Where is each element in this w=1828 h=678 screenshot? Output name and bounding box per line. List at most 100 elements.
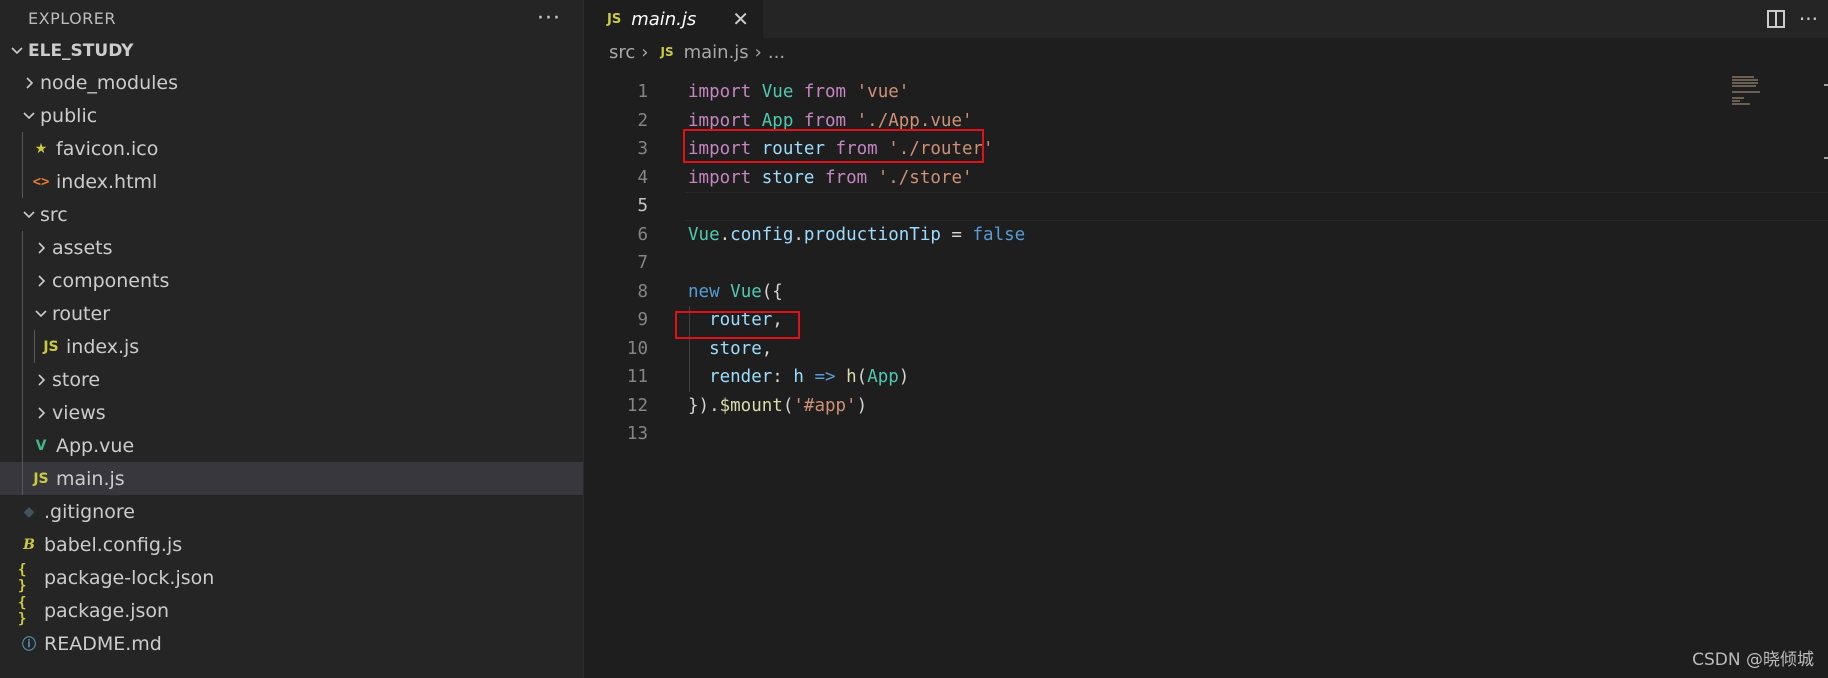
tree-folder-store[interactable]: store <box>0 363 583 396</box>
tree-file-app-vue[interactable]: V App.vue <box>0 429 583 462</box>
indent-guide <box>22 429 23 462</box>
tree-item-label: views <box>52 401 106 424</box>
tree-folder-public[interactable]: public <box>0 99 583 132</box>
tree-file-package-json[interactable]: { } package.json <box>0 594 583 627</box>
code-text: import store from './store' <box>688 168 973 188</box>
tree-item-label: public <box>40 104 98 127</box>
breadcrumb-item-src[interactable]: src <box>609 42 635 63</box>
tree-file-package-lock-json[interactable]: { } package-lock.json <box>0 561 583 594</box>
tree-item-label: main.js <box>56 467 125 490</box>
favicon-icon: ★ <box>34 140 48 157</box>
code-line[interactable]: 7 <box>585 249 1735 278</box>
split-editor-icon[interactable] <box>1766 10 1785 28</box>
tree-item-label: components <box>52 269 170 292</box>
breadcrumb: src › JS main.js › ... <box>585 38 1828 66</box>
tree-item-label: store <box>52 368 101 391</box>
code-token: 'vue' <box>856 82 910 103</box>
code-token: config <box>730 224 794 245</box>
code-line[interactable]: 12}).$mount('#app') <box>585 392 1735 421</box>
workspace-section-header[interactable]: ELE_STUDY <box>0 36 583 66</box>
tree-item-label: router <box>52 302 111 325</box>
tree-file-index-html[interactable]: <> index.html <box>0 165 583 198</box>
code-line[interactable]: 1 import Vue from 'vue' <box>585 78 1735 107</box>
tree-item-label: babel.config.js <box>44 533 183 556</box>
editor-actions: ··· <box>1766 0 1818 38</box>
indent-guide <box>34 330 35 363</box>
js-file-icon: JS <box>33 470 49 487</box>
code-text: new Vue({ <box>688 282 783 302</box>
indent-guide <box>22 132 23 165</box>
file-tree: node_modulespublic ★ favicon.ico <> index.ht… <box>0 66 583 660</box>
breadcrumb-item-file[interactable]: main.js <box>684 42 749 63</box>
tree-item-label: favicon.ico <box>56 137 159 160</box>
tree-item-label: package.json <box>44 599 170 622</box>
code-token: ( <box>782 395 794 416</box>
code-line[interactable]: 4 import store from './store' <box>585 164 1735 193</box>
more-actions-icon[interactable]: ··· <box>537 6 561 31</box>
code-token: render <box>709 367 773 388</box>
indent-guide <box>22 330 23 363</box>
code-line[interactable]: 8 new Vue({ <box>585 278 1735 307</box>
code-line[interactable]: 6 Vue.config.productionTip = false <box>585 221 1735 250</box>
tree-file-index-js[interactable]: JS index.js <box>0 330 583 363</box>
tree-folder-views[interactable]: views <box>0 396 583 429</box>
tree-folder-node-modules[interactable]: node_modules <box>0 66 583 99</box>
chevron-right-icon <box>30 369 52 391</box>
line-number: 1 <box>637 82 648 103</box>
json-file-icon: { } <box>18 594 27 627</box>
indent-guide <box>22 297 23 330</box>
line-number: 2 <box>637 110 648 131</box>
code-token: $mount <box>719 395 783 416</box>
code-token: productionTip <box>803 224 941 245</box>
code-token: './store' <box>877 167 973 188</box>
code-text: store, <box>688 339 772 359</box>
close-icon[interactable]: ✕ <box>732 7 749 31</box>
indent-guide <box>22 363 23 396</box>
tree-folder-assets[interactable]: assets <box>0 231 583 264</box>
indent-guide <box>22 462 23 495</box>
breadcrumb-item-symbol[interactable]: ... <box>768 42 785 63</box>
tree-file-readme-md[interactable]: ⓘ README.md <box>0 627 583 660</box>
tree-item-label: package-lock.json <box>44 566 215 589</box>
tab-main-js[interactable]: JS main.js ✕ <box>585 0 763 38</box>
tree-item-label: assets <box>52 236 113 259</box>
tree-item-label: src <box>40 203 68 226</box>
tree-file--gitignore[interactable]: ◆ .gitignore <box>0 495 583 528</box>
explorer-sidebar: EXPLORER ··· ELE_STUDY node_modulespubli… <box>0 0 584 678</box>
more-actions-icon[interactable]: ··· <box>1799 7 1818 31</box>
chevron-right-icon <box>30 270 52 292</box>
json-file-icon: { } <box>18 561 27 594</box>
minimap[interactable] <box>1730 76 1828 106</box>
tree-item-label: App.vue <box>56 434 135 457</box>
tree-file-babel-config-js[interactable]: Bbabel.config.js <box>0 528 583 561</box>
chevron-right-icon: › <box>641 41 649 63</box>
chevron-down-icon <box>6 44 28 58</box>
code-line[interactable]: 5 <box>585 192 1828 221</box>
chevron-down-icon <box>18 105 40 127</box>
code-token: : <box>772 367 794 388</box>
code-line[interactable]: 11 render: h => h(App) <box>585 363 1735 392</box>
watermark: CSDN @晓倾城 <box>1692 650 1814 670</box>
tree-file-favicon-ico[interactable]: ★ favicon.ico <box>0 132 583 165</box>
chevron-down-icon <box>18 204 40 226</box>
code-line[interactable]: 13 <box>585 420 1735 449</box>
tree-folder-components[interactable]: components <box>0 264 583 297</box>
js-file-icon: JS <box>660 45 674 59</box>
code-token: store <box>761 167 815 188</box>
tree-folder-src[interactable]: src <box>0 198 583 231</box>
babel-file-icon: B <box>23 536 35 553</box>
code-token: store <box>709 338 762 359</box>
tree-item-label: index.js <box>66 335 140 358</box>
tree-file-main-js[interactable]: JS main.js <box>0 462 583 495</box>
chevron-right-icon <box>30 402 52 424</box>
code-token: Vue <box>688 224 720 245</box>
line-number: 10 <box>626 338 648 359</box>
explorer-title: EXPLORER <box>28 8 116 28</box>
tab-bar: JS main.js ✕ ··· <box>585 0 1828 38</box>
tree-folder-router[interactable]: router <box>0 297 583 330</box>
